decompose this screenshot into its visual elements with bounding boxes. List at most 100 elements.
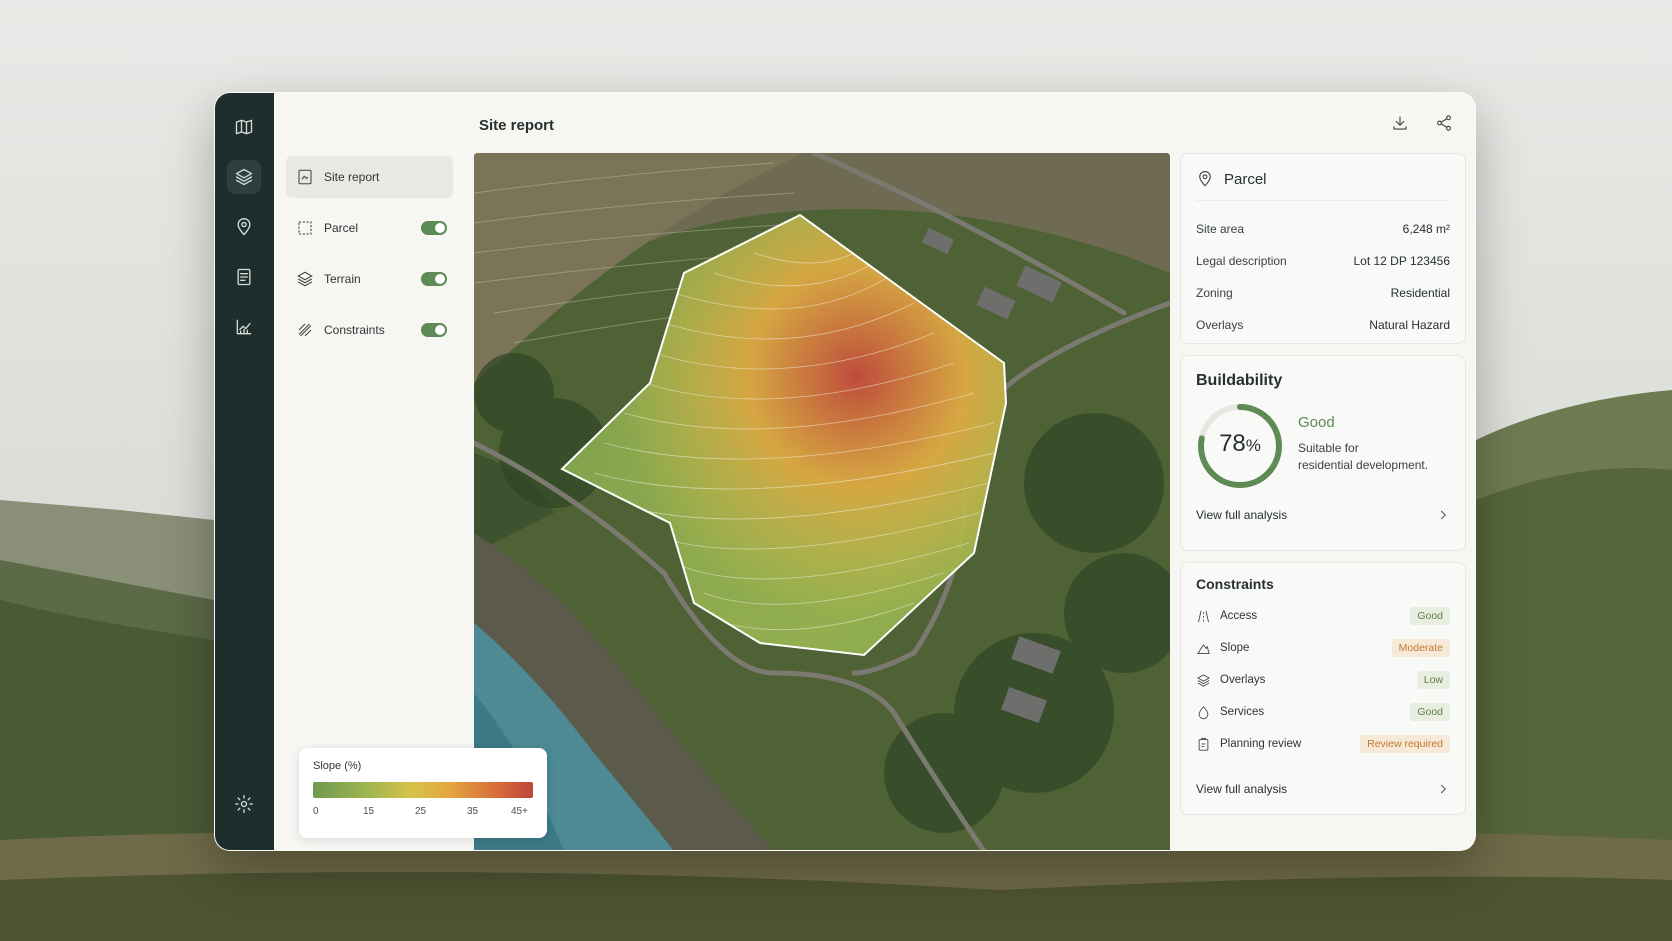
layers-icon <box>1196 673 1211 687</box>
water-drop-icon <box>1198 705 1209 719</box>
sidebar-item-terrain[interactable]: Terrain <box>286 258 453 300</box>
location-pin-icon <box>1199 171 1211 187</box>
hatch-icon <box>298 323 312 337</box>
buildability-status: Good <box>1298 414 1335 431</box>
kv-value: 6,248 m² <box>1402 222 1450 236</box>
constraint-label: Services <box>1220 706 1265 718</box>
road-icon <box>1198 610 1209 622</box>
parcel-card-header: Parcel <box>1196 170 1450 201</box>
constraint-label: Slope <box>1220 642 1250 654</box>
chevron-right-icon <box>1440 510 1446 520</box>
parcel-row-legal: Legal description Lot 12 DP 123456 <box>1196 245 1450 277</box>
location-pin-icon <box>237 218 251 236</box>
kv-label: Zoning <box>1196 286 1233 300</box>
gear-icon <box>235 795 253 813</box>
legend-tick: 0 <box>313 806 319 817</box>
legend-color-bar <box>313 782 533 798</box>
app-window: Site report Parcel Terrain Constraints S… <box>214 92 1476 851</box>
report-icon <box>298 169 312 185</box>
rail-map-button[interactable] <box>227 110 261 144</box>
kv-value: Lot 12 DP 123456 <box>1353 254 1450 268</box>
buildability-score: 78% Good Suitable for residential develo… <box>1196 402 1450 498</box>
layers-icon <box>235 168 253 186</box>
link-label: View full analysis <box>1196 508 1288 522</box>
share-icon <box>1437 115 1451 131</box>
sidebar-item-constraints[interactable]: Constraints <box>286 309 453 351</box>
constraint-row-services[interactable]: Services Good <box>1196 696 1450 728</box>
parcel-row-site-area: Site area 6,248 m² <box>1196 213 1450 245</box>
legend-title: Slope (%) <box>313 760 362 772</box>
layer-sidebar: Site report Parcel Terrain Constraints <box>274 93 470 850</box>
download-button[interactable] <box>1387 110 1413 136</box>
chart-icon <box>236 319 252 335</box>
constraint-row-access[interactable]: Access Good <box>1196 600 1450 632</box>
rail-location-button[interactable] <box>227 210 261 244</box>
buildability-desc-line: residential development. <box>1298 458 1429 472</box>
terrain-toggle[interactable] <box>421 272 447 286</box>
sidebar-item-label: Constraints <box>324 323 385 337</box>
parcel-toggle[interactable] <box>421 221 447 235</box>
chevron-right-icon <box>1440 784 1446 794</box>
buildability-view-analysis-link[interactable]: View full analysis <box>1196 508 1450 522</box>
icon-rail <box>215 93 274 850</box>
status-badge: Good <box>1410 703 1450 721</box>
buildability-title: Buildability <box>1196 372 1283 389</box>
rail-document-button[interactable] <box>227 260 261 294</box>
score-percent-sign: % <box>1245 436 1261 455</box>
parcel-row-overlays: Overlays Natural Hazard <box>1196 309 1450 341</box>
buildability-card: Buildability 78% Good Suitable for resid… <box>1180 355 1466 551</box>
kv-label: Overlays <box>1196 318 1244 332</box>
slope-legend: Slope (%) 0 15 25 35 45+ <box>299 748 547 838</box>
score-percent: 78 <box>1219 430 1246 457</box>
status-badge: Review required <box>1360 735 1450 753</box>
document-icon <box>237 268 251 286</box>
constraints-title: Constraints <box>1196 576 1274 592</box>
sidebar-item-label: Terrain <box>324 272 361 286</box>
sidebar-item-parcel[interactable]: Parcel <box>286 207 453 249</box>
slope-icon <box>1197 643 1210 654</box>
constraint-label: Access <box>1220 610 1258 622</box>
legend-ticks: 0 15 25 35 45+ <box>313 806 533 820</box>
link-label: View full analysis <box>1196 782 1288 796</box>
parcel-card: Parcel Site area 6,248 m² Legal descripti… <box>1180 153 1466 344</box>
kv-label: Legal description <box>1196 254 1287 268</box>
constraints-view-analysis-link[interactable]: View full analysis <box>1196 782 1450 796</box>
rail-settings-button[interactable] <box>227 787 261 821</box>
site-map[interactable] <box>474 153 1170 850</box>
constraints-toggle[interactable] <box>421 323 447 337</box>
map-icon <box>235 119 253 135</box>
sidebar-item-label: Parcel <box>324 221 359 235</box>
constraints-card: Constraints Access Good Slope Moderate O… <box>1180 562 1466 815</box>
parcel-icon <box>298 221 312 235</box>
page-title: Site report <box>479 117 555 134</box>
map-canvas <box>474 153 1170 850</box>
rail-chart-button[interactable] <box>227 310 261 344</box>
score-text: 78% <box>1196 430 1284 458</box>
clipboard-icon <box>1198 737 1209 751</box>
constraint-row-overlays[interactable]: Overlays Low <box>1196 664 1450 696</box>
layers-icon <box>297 271 313 287</box>
sidebar-item-label: Site report <box>324 170 380 184</box>
kv-label: Site area <box>1196 222 1245 236</box>
buildability-desc: Suitable for residential development. <box>1298 440 1428 474</box>
sidebar-item-site-report[interactable]: Site report <box>286 156 453 198</box>
buildability-desc-line: Suitable for <box>1298 441 1359 455</box>
share-button[interactable] <box>1431 110 1457 136</box>
constraint-row-slope[interactable]: Slope Moderate <box>1196 632 1450 664</box>
constraint-row-planning-review[interactable]: Planning review Review required <box>1196 728 1450 760</box>
parcel-row-zoning: Zoning Residential <box>1196 277 1450 309</box>
download-icon <box>1393 116 1407 130</box>
rail-layers-button[interactable] <box>227 160 261 194</box>
legend-tick: 25 <box>415 806 427 817</box>
legend-tick: 15 <box>363 806 375 817</box>
status-badge: Moderate <box>1391 639 1450 657</box>
parcel-title: Parcel <box>1224 170 1267 188</box>
constraint-label: Overlays <box>1220 674 1266 686</box>
status-badge: Low <box>1416 671 1450 689</box>
constraint-label: Planning review <box>1220 738 1302 750</box>
legend-tick: 45+ <box>511 806 528 817</box>
status-badge: Good <box>1410 607 1450 625</box>
kv-value: Residential <box>1390 286 1450 300</box>
legend-tick: 35 <box>467 806 479 817</box>
kv-value: Natural Hazard <box>1369 318 1450 332</box>
